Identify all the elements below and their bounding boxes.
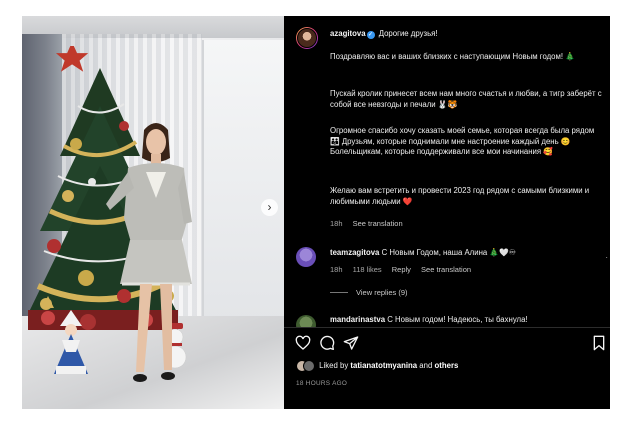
reply-link[interactable]: Reply <box>392 265 411 274</box>
liked-by-others[interactable]: others <box>434 361 458 370</box>
view-replies[interactable]: View replies (9) <box>330 288 408 299</box>
comment-text: mandarinastva С Новым годом! Надеюсь, ты… <box>330 315 602 326</box>
liked-by-connector: and <box>419 361 433 370</box>
instagram-post: › azagitova ✓ Дорогие друзья! Поздравляю … <box>22 16 610 409</box>
see-translation-link[interactable]: See translation <box>421 265 471 274</box>
caption-header: azagitova ✓ Дорогие друзья! <box>330 29 600 40</box>
comment-options-icon[interactable]: · <box>605 253 608 264</box>
post-details-panel: azagitova ✓ Дорогие друзья! Поздравляю ва… <box>284 16 610 409</box>
caption-meta: 18h See translation <box>330 219 403 230</box>
window <box>202 40 284 320</box>
chevron-right-icon: › <box>267 200 272 214</box>
comment-text: teamzagitova С Новым Годом, наша Алина 🎄… <box>330 248 602 259</box>
liked-by: Liked by tatianatotmyanina and others <box>296 360 458 372</box>
comment-meta: 18h 118 likes Reply See translation <box>330 265 471 276</box>
see-translation-link[interactable]: See translation <box>353 219 403 228</box>
caption-paragraph: Огромное спасибо хочу сказать моей семье… <box>330 126 595 157</box>
comment-icon[interactable] <box>319 335 335 351</box>
comment-time: 18h <box>330 265 343 274</box>
woman-figure <box>106 123 192 382</box>
comment-body: С Новым Годом, наша Алина 🎄🤍♾ <box>381 248 516 257</box>
caption-paragraph: Поздравляю вас и ваших близких с наступа… <box>330 52 575 61</box>
author-username[interactable]: azagitova <box>330 29 366 38</box>
author-avatar[interactable] <box>296 27 318 49</box>
bookmark-icon[interactable] <box>592 335 606 351</box>
santa-figurine <box>54 310 88 374</box>
comment-author[interactable]: mandarinastva <box>330 315 385 324</box>
heart-icon[interactable] <box>295 335 311 351</box>
post-timestamp[interactable]: 18 HOURS AGO <box>296 379 347 390</box>
post-photo[interactable]: › <box>22 16 284 409</box>
liked-by-prefix: Liked by <box>319 361 349 370</box>
liked-by-user[interactable]: tatianatotmyanina <box>350 361 417 370</box>
replies-divider <box>330 292 348 293</box>
liker-avatars[interactable] <box>296 360 315 372</box>
verified-badge-icon: ✓ <box>366 31 375 39</box>
caption-paragraph: Пускай кролик принесет всем нам много сч… <box>330 89 602 109</box>
comment-body: С Новым годом! Надеюсь, ты бахнула! <box>387 315 528 324</box>
comment-likes[interactable]: 118 likes <box>353 265 382 274</box>
caption-time: 18h <box>330 219 343 228</box>
comment-author[interactable]: teamzagitova <box>330 248 379 257</box>
actions-divider <box>284 327 610 328</box>
view-replies-label[interactable]: View replies (9) <box>356 288 408 297</box>
commenter-avatar[interactable] <box>296 247 316 267</box>
caption-greeting: Дорогие друзья! <box>378 29 438 38</box>
caption-paragraph: Желаю вам встретить и провести 2023 год … <box>330 186 590 206</box>
next-photo-button[interactable]: › <box>261 199 278 216</box>
send-icon[interactable] <box>343 335 359 351</box>
